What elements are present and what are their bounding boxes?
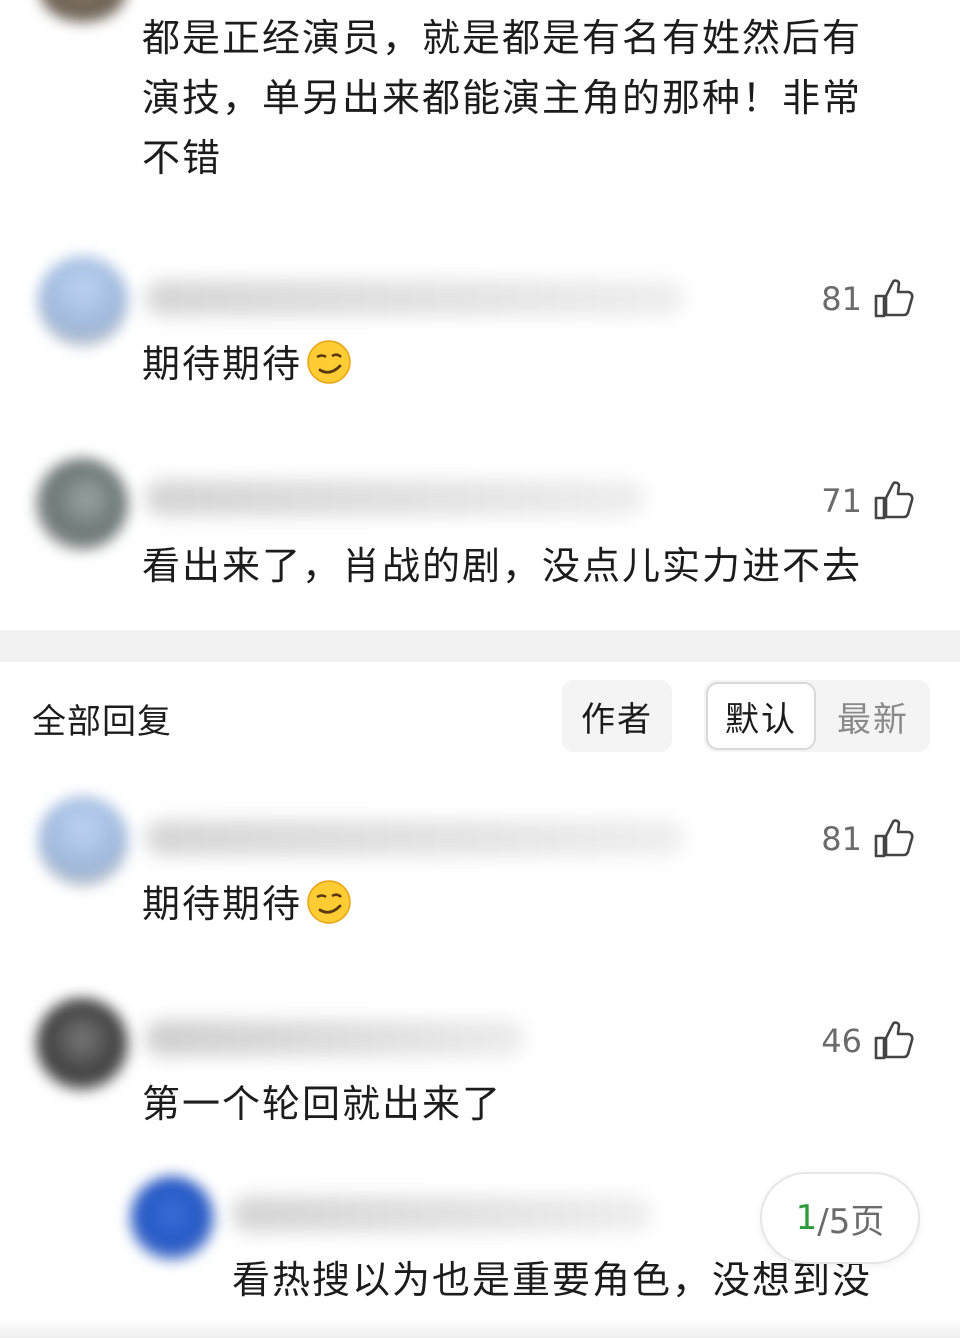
like-count: 81 xyxy=(821,820,862,858)
comment-text: 看出来了，肖战的剧，没点儿实力进不去 xyxy=(142,544,863,588)
username-blurred[interactable] xyxy=(232,1196,652,1232)
comment-text: 期待期待 xyxy=(142,334,352,394)
username-blurred[interactable] xyxy=(145,820,685,856)
thumbs-up-icon[interactable] xyxy=(872,816,916,860)
sort-default-button[interactable]: 默认 xyxy=(706,682,816,750)
page-current: 1 xyxy=(795,1198,818,1238)
comment-text: 期待期待 xyxy=(142,874,352,934)
avatar[interactable] xyxy=(38,796,128,886)
comment-text: 都是正经演员，就是都是有名有姓然后有 演技，单另出来都能演主角的那种！非常 不错 xyxy=(142,16,863,180)
comment-text: 第一个轮回就出来了 xyxy=(142,1082,503,1126)
smirk-emoji xyxy=(307,880,351,924)
sort-toggle: 默认 最新 xyxy=(704,680,930,752)
filter-author-button[interactable]: 作者 xyxy=(562,680,672,752)
thumbs-up-icon[interactable] xyxy=(872,276,916,320)
username-blurred[interactable] xyxy=(145,1020,525,1056)
like-count: 71 xyxy=(821,482,862,520)
replies-title: 全部回复 xyxy=(32,702,172,742)
avatar[interactable] xyxy=(130,1176,214,1260)
avatar[interactable] xyxy=(36,998,128,1090)
section-divider xyxy=(0,630,960,662)
page-total: /5页 xyxy=(817,1201,885,1242)
page-indicator[interactable]: 1/5页 xyxy=(760,1172,920,1264)
like-count: 81 xyxy=(821,280,862,318)
avatar[interactable] xyxy=(40,0,126,22)
username-blurred[interactable] xyxy=(145,280,685,316)
thumbs-up-icon[interactable] xyxy=(872,478,916,522)
avatar[interactable] xyxy=(36,458,128,550)
smirk-emoji xyxy=(307,340,351,384)
bottom-edge xyxy=(0,1318,960,1338)
thumbs-up-icon[interactable] xyxy=(872,1018,916,1062)
username-blurred[interactable] xyxy=(145,480,645,516)
avatar[interactable] xyxy=(38,256,128,346)
like-count: 46 xyxy=(821,1022,862,1060)
sort-newest-button[interactable]: 最新 xyxy=(818,682,928,750)
